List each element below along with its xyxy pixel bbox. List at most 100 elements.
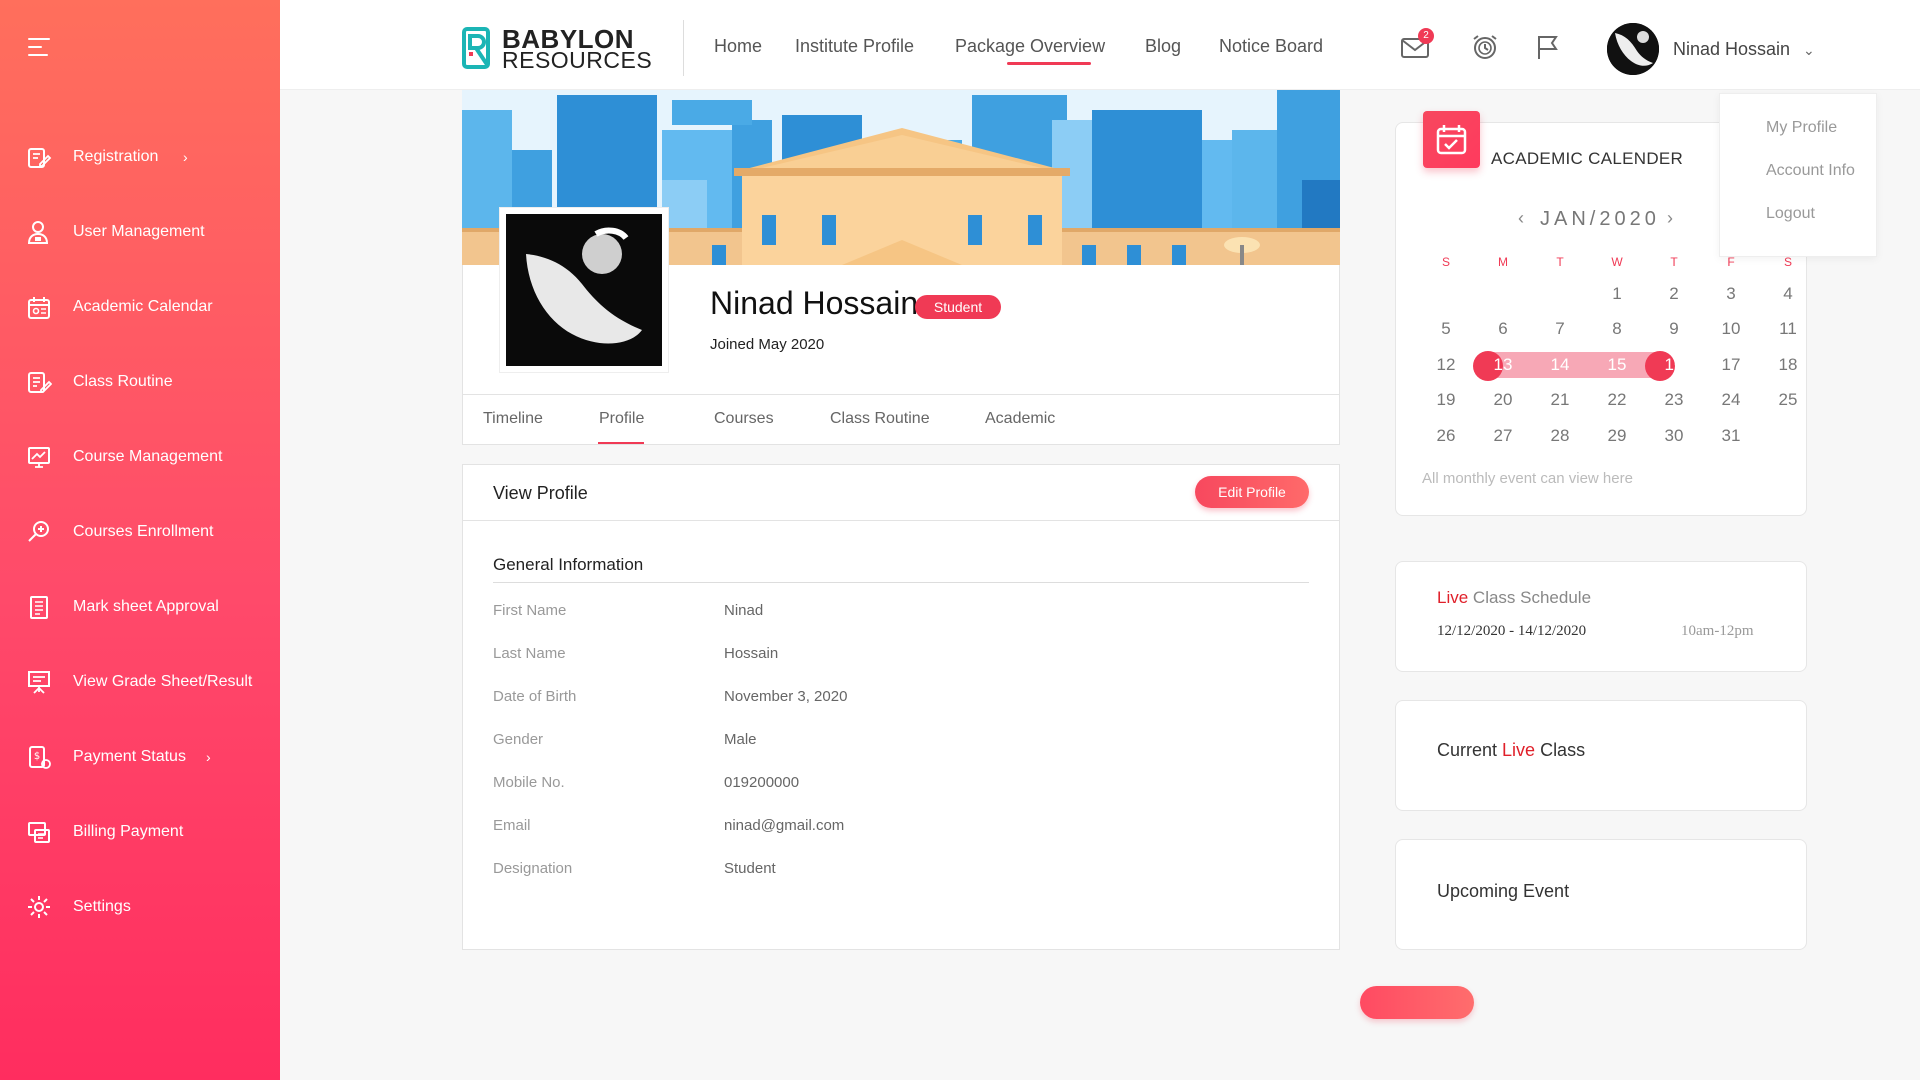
field-label: First Name xyxy=(493,602,567,619)
nav-institute-profile[interactable]: Institute Profile xyxy=(795,36,914,57)
calendar-day[interactable]: 29 xyxy=(1601,422,1633,450)
field-value: Ninad xyxy=(724,602,764,619)
calendar-day[interactable]: 7 xyxy=(1544,315,1576,343)
general-information-heading: General Information xyxy=(493,555,644,574)
babylon-resources-logo[interactable]: BABYLON RESOURCES xyxy=(462,24,662,73)
schedule-time: 10am-12pm xyxy=(1681,623,1754,639)
calendar-day[interactable]: 13 xyxy=(1487,351,1519,379)
floating-action-button[interactable] xyxy=(1360,986,1474,1019)
tab-timeline[interactable]: Timeline xyxy=(483,410,543,428)
menu-item-my-profile[interactable]: My Profile xyxy=(1766,119,1837,137)
chevron-down-icon[interactable]: ⌄ xyxy=(1803,42,1815,59)
sidebar-item-mark-sheet-approval[interactable]: Mark sheet Approval xyxy=(0,584,280,630)
menu-toggle-icon[interactable] xyxy=(28,38,56,58)
calendar-day[interactable]: 17 xyxy=(1715,351,1747,379)
calendar-day[interactable]: 25 xyxy=(1772,386,1804,414)
edit-profile-button[interactable]: Edit Profile xyxy=(1195,476,1309,508)
mark-sheet-icon xyxy=(30,596,48,619)
field-label: Email xyxy=(493,817,531,834)
calendar-day[interactable]: 10 xyxy=(1715,315,1747,343)
calendar-day[interactable]: 8 xyxy=(1601,315,1633,343)
sidebar-item-courses-enrollment[interactable]: Courses Enrollment xyxy=(0,509,280,555)
sidebar-item-billing-payment[interactable]: Billing Payment xyxy=(0,809,280,855)
calendar-day[interactable]: 11 xyxy=(1772,315,1804,343)
schedule-dates: 12/12/2020 - 14/12/2020 xyxy=(1437,623,1587,639)
tab-profile[interactable]: Profile xyxy=(599,410,644,428)
sidebar-item-course-management[interactable]: Course Management xyxy=(0,434,280,480)
nav-notice-board[interactable]: Notice Board xyxy=(1219,36,1323,57)
calendar-prev-icon[interactable]: ‹ xyxy=(1518,208,1524,229)
calendar-day[interactable]: 31 xyxy=(1715,422,1747,450)
sidebar-item-label: View Grade Sheet/Result xyxy=(73,673,253,690)
sidebar-item-label: Course Management xyxy=(73,448,223,465)
calendar-day[interactable]: 3 xyxy=(1715,280,1747,308)
calendar-day[interactable]: 18 xyxy=(1772,351,1804,379)
sidebar-item-view-grade-sheet[interactable]: View Grade Sheet/Result xyxy=(0,659,280,705)
sidebar-item-user-management[interactable]: User Management xyxy=(0,209,280,255)
sidebar-item-label: Billing Payment xyxy=(73,823,184,840)
calendar-day[interactable]: 6 xyxy=(1487,315,1519,343)
calendar-month: JAN/2020 xyxy=(1540,208,1660,230)
svg-text:$: $ xyxy=(34,751,40,762)
calendar-day[interactable]: 28 xyxy=(1544,422,1576,450)
menu-item-account-info[interactable]: Account Info xyxy=(1766,162,1855,180)
calendar-day[interactable]: 27 xyxy=(1487,422,1519,450)
calendar-day[interactable]: 5 xyxy=(1430,315,1462,343)
tab-active-indicator xyxy=(598,442,644,444)
tab-class-routine[interactable]: Class Routine xyxy=(830,410,930,428)
calendar-day[interactable]: 14 xyxy=(1544,351,1576,379)
role-badge: Student xyxy=(915,295,1001,319)
live-label: Live xyxy=(1502,740,1536,760)
calendar-day[interactable]: 15 xyxy=(1601,351,1633,379)
calendar-day[interactable]: 24 xyxy=(1715,386,1747,414)
sidebar-item-registration[interactable]: Registration › xyxy=(0,134,280,180)
calendar-day[interactable]: 21 xyxy=(1544,386,1576,414)
sidebar-item-class-routine[interactable]: Class Routine xyxy=(0,359,280,405)
weekday-label: T xyxy=(1556,255,1564,269)
course-management-icon xyxy=(28,447,50,468)
calendar-day[interactable]: 2 xyxy=(1658,280,1690,308)
tab-courses[interactable]: Courses xyxy=(714,410,774,428)
avatar[interactable] xyxy=(1607,23,1659,75)
registration-icon xyxy=(28,148,52,168)
nav-home[interactable]: Home xyxy=(714,36,762,57)
calendar-day[interactable]: 16 xyxy=(1658,351,1690,379)
payment-status-icon: $ xyxy=(29,746,51,769)
field-label: Gender xyxy=(493,731,544,748)
calendar-day[interactable]: 20 xyxy=(1487,386,1519,414)
calendar-day[interactable]: 4 xyxy=(1772,280,1804,308)
alarm-clock-icon[interactable] xyxy=(1470,32,1500,62)
sidebar-item-academic-calendar[interactable]: Academic Calendar xyxy=(0,284,280,330)
weekday-label: W xyxy=(1611,255,1623,269)
calendar-day[interactable]: 30 xyxy=(1658,422,1690,450)
flag-icon[interactable] xyxy=(1534,32,1564,62)
chevron-right-icon: › xyxy=(183,149,188,165)
nav-package-overview[interactable]: Package Overview xyxy=(955,36,1105,57)
calendar-day[interactable]: 9 xyxy=(1658,315,1690,343)
view-profile-title: View Profile xyxy=(493,483,588,503)
field-value: Student xyxy=(724,860,776,877)
upcoming-event-title: Upcoming Event xyxy=(1437,881,1570,901)
sidebar-item-label: Class Routine xyxy=(73,373,173,390)
calendar-day[interactable]: 22 xyxy=(1601,386,1633,414)
sidebar-item-label: User Management xyxy=(73,223,205,240)
user-name[interactable]: Ninad Hossain xyxy=(1673,39,1790,60)
menu-item-logout[interactable]: Logout xyxy=(1766,205,1815,223)
sidebar-item-settings[interactable]: Settings xyxy=(0,884,280,930)
calendar-day[interactable]: 19 xyxy=(1430,386,1462,414)
calendar-day[interactable]: 12 xyxy=(1430,351,1462,379)
profile-photo[interactable] xyxy=(499,207,669,373)
tab-academic[interactable]: Academic xyxy=(985,410,1055,428)
user-management-icon xyxy=(27,221,49,244)
user-dropdown-menu: My Profile Account Info Logout xyxy=(1719,93,1877,257)
weekday-label: F xyxy=(1727,255,1735,269)
calendar-day[interactable]: 26 xyxy=(1430,422,1462,450)
field-label: Designation xyxy=(493,860,573,877)
nav-blog[interactable]: Blog xyxy=(1145,36,1181,57)
calendar-day[interactable]: 1 xyxy=(1601,280,1633,308)
logo-text-bottom: RESOURCES xyxy=(502,47,653,73)
calendar-day[interactable]: 23 xyxy=(1658,386,1690,414)
sidebar-item-payment-status[interactable]: $ Payment Status › xyxy=(0,734,280,780)
weekday-label: S xyxy=(1783,255,1792,269)
calendar-next-icon[interactable]: › xyxy=(1667,208,1673,229)
